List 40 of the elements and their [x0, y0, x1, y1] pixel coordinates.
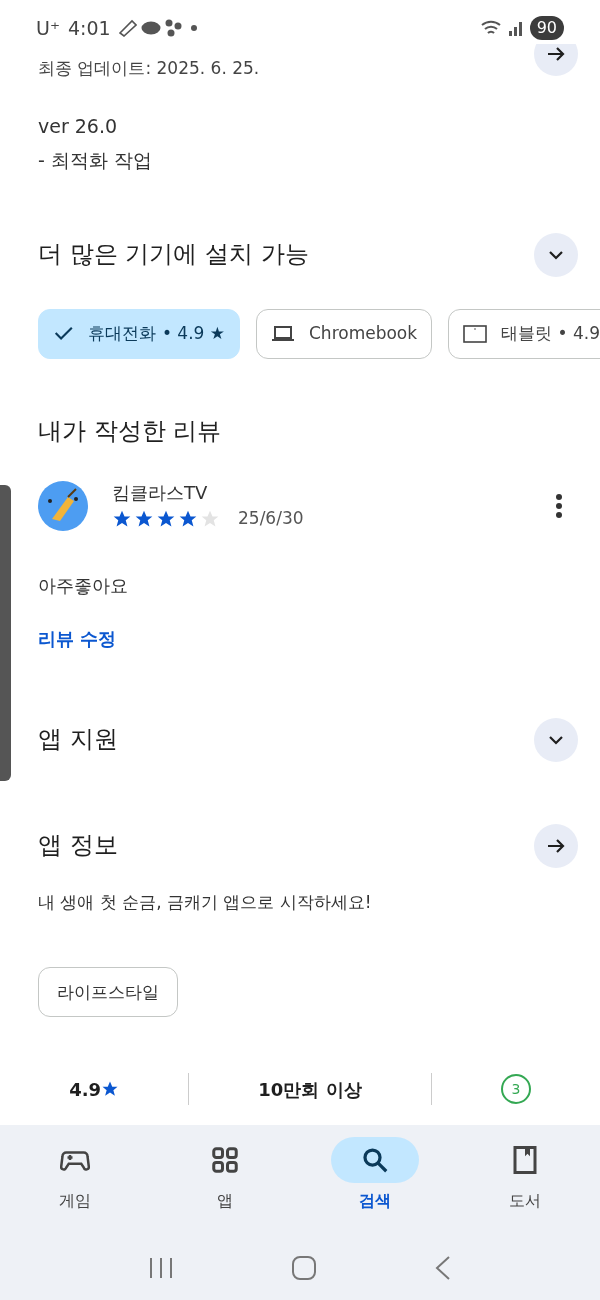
back-icon[interactable] — [433, 1254, 452, 1281]
reviewer-name: 킴클라스TV — [112, 481, 209, 506]
category-chip[interactable]: 라이프스타일 — [38, 967, 178, 1018]
section-title: 더 많은 기기에 설치 가능 — [38, 240, 309, 269]
rating-value: 4.9 — [69, 1077, 101, 1102]
recent-apps-icon[interactable] — [148, 1255, 175, 1280]
star-icon — [101, 1080, 119, 1099]
dot-icon — [190, 25, 197, 31]
device-chip[interactable]: 휴대전화 • 4.9 ★ — [38, 308, 240, 359]
battery-indicator: 90 — [529, 16, 564, 40]
nav-tab[interactable]: 게임 — [0, 1125, 150, 1235]
clock: 4:01 — [67, 15, 111, 41]
nav-tab[interactable]: 앱 — [150, 1125, 300, 1235]
edge-panel-handle[interactable] — [0, 485, 11, 781]
release-notes: - 최적화 작업 — [38, 148, 153, 173]
nav-tab[interactable]: 도서 — [450, 1125, 600, 1235]
section-title: 앱 정보 — [38, 831, 118, 861]
nav-tab[interactable]: 검색 — [300, 1125, 450, 1235]
search-icon — [360, 1145, 390, 1175]
download-count: 10만회 이상 — [258, 1077, 362, 1102]
review-text: 아주좋아요 — [38, 573, 129, 598]
review-date: 25/6/30 — [238, 507, 304, 531]
arrow-button[interactable] — [534, 823, 578, 868]
age-rating-badge: 3 — [500, 1074, 531, 1105]
version-text: ver 26.0 — [38, 113, 119, 139]
device-chip[interactable]: Chromebook — [256, 308, 433, 359]
home-icon[interactable] — [291, 1254, 317, 1281]
more-options-icon[interactable] — [554, 492, 564, 519]
device-chip[interactable]: 태블릿 • 4.9 — [448, 308, 600, 359]
update-date: 최종 업데이트: 2025. 6. 25. — [38, 57, 260, 80]
cloud-icon — [140, 21, 161, 35]
avatar-icon — [38, 480, 88, 531]
arrow-button[interactable] — [534, 44, 578, 76]
section-title: 앱 지원 — [38, 725, 118, 755]
section-title: 내가 작성한 리뷰 — [38, 416, 223, 446]
carrier-label: U⁺ — [36, 15, 60, 41]
edit-review-link[interactable]: 리뷰 수정 — [38, 624, 117, 652]
grid-icon — [210, 1145, 240, 1175]
paw-icon — [164, 19, 183, 37]
app-description: 내 생애 첫 순금, 금캐기 앱으로 시작하세요! — [38, 890, 373, 914]
